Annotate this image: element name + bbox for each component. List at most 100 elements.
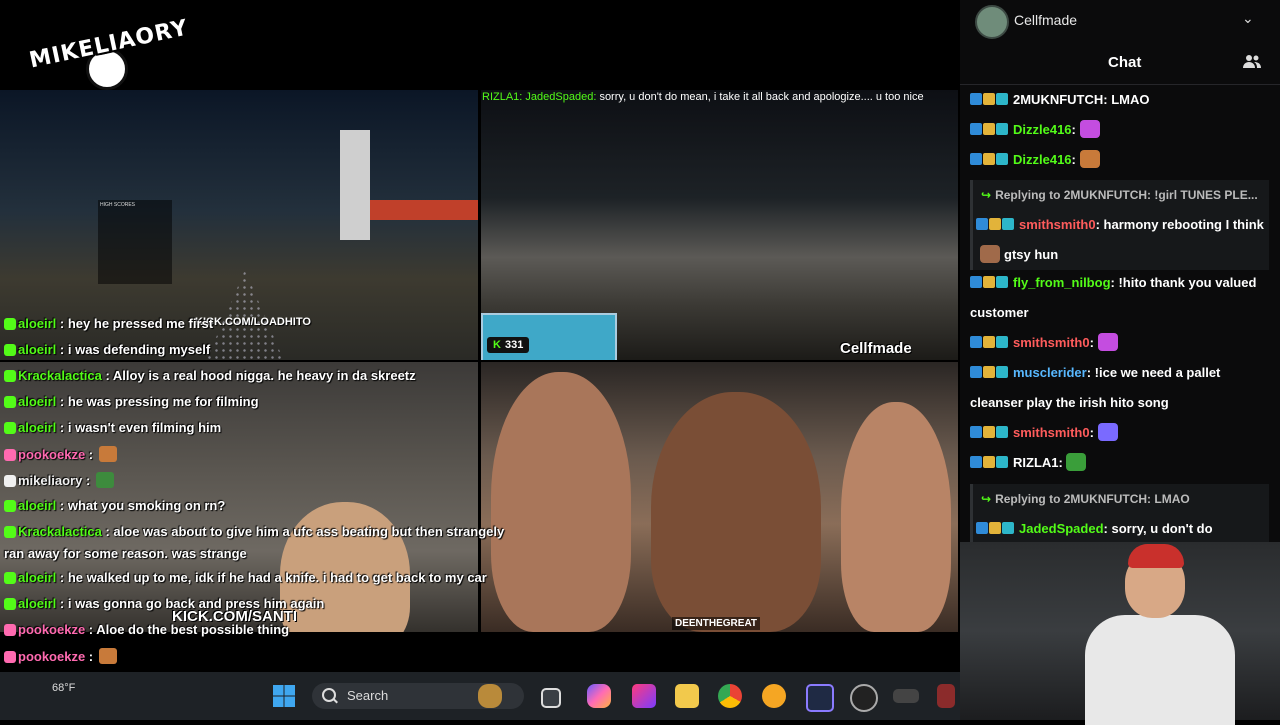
- user-badge-icon: [4, 572, 16, 584]
- chat-username[interactable]: RIZLA1: [1013, 455, 1059, 470]
- hedgehog-widget-icon[interactable]: [478, 684, 502, 708]
- user-badge-icon: [4, 422, 16, 434]
- person-driver: [280, 502, 410, 632]
- separator: :: [56, 394, 68, 409]
- high-scores-title: HIGH SCORES: [100, 202, 136, 208]
- chat-message: smithsmith0: harmony rebooting I think gt…: [976, 210, 1264, 270]
- overlay-chat-text: what you smoking on rn?: [67, 498, 226, 513]
- sun-app-icon[interactable]: [762, 684, 786, 708]
- chat-message-text: sorry, u don't do: [1111, 521, 1213, 536]
- overlay-chat-line: Krackalactica : Alloy is a real hood nig…: [4, 368, 416, 383]
- user-badge-icon: [983, 426, 995, 438]
- streamer-logo: MIKELIAORY: [27, 15, 191, 92]
- user-badge-icon: [983, 276, 995, 288]
- user-badge-icon: [4, 449, 16, 461]
- user-badge-icon: [970, 123, 982, 135]
- emote-icon: [1079, 150, 1100, 168]
- chat-message-text: LMAO: [1111, 92, 1150, 107]
- chat-username[interactable]: 2MUKNFUTCH: [1013, 92, 1103, 107]
- chat-message: RIZLA1:: [970, 448, 1270, 478]
- user-badge-icon: [983, 336, 995, 348]
- user-badge-icon: [983, 123, 995, 135]
- chat-username[interactable]: JadedSpaded: [1019, 521, 1104, 536]
- weather-widget[interactable]: 68°F: [52, 682, 75, 694]
- person-center: [651, 392, 821, 632]
- chat-message: JadedSpaded: sorry, u don't do: [976, 514, 1264, 544]
- user-badge-icon: [4, 370, 16, 382]
- user-badge-icon: [4, 475, 16, 487]
- chevron-down-icon[interactable]: ⌄: [1242, 10, 1254, 27]
- person-right: [841, 402, 951, 632]
- chrome-icon[interactable]: [718, 684, 742, 708]
- overlay-chat-username: aloeirl: [18, 420, 57, 435]
- overlay-chat-username: Krackalactica: [18, 524, 102, 539]
- separator: :: [1071, 152, 1080, 167]
- task-view-icon[interactable]: [541, 688, 561, 708]
- overlay-chat-text: Alloy is a real hood nigga. he heavy in …: [112, 368, 416, 383]
- webcam-hat: [1128, 544, 1184, 568]
- app-p-icon[interactable]: [632, 684, 656, 708]
- emote-icon: [98, 648, 117, 664]
- user-badge-icon: [996, 426, 1008, 438]
- user-badge-icon: [970, 153, 982, 165]
- chat-username[interactable]: smithsmith0: [1019, 217, 1096, 232]
- search-placeholder[interactable]: Search: [347, 688, 388, 703]
- chat-message-text: gtsy hun: [1004, 247, 1059, 262]
- separator: :: [56, 498, 68, 513]
- chat-username[interactable]: Dizzle416: [1013, 152, 1072, 167]
- separator: :: [85, 447, 97, 462]
- chat-message: musclerider: !ice we need a pallet clean…: [970, 358, 1270, 418]
- user-badge-icon: [983, 456, 995, 468]
- reply-arrow-icon: ↪: [981, 492, 992, 506]
- user-badge-icon: [4, 651, 16, 663]
- reply-label[interactable]: ↪ Replying to 2MUKNFUTCH: !girl TUNES PLE…: [973, 180, 1269, 210]
- overlay-chat-line: aloeirl : i was defending myself: [4, 342, 210, 357]
- panel-chat-line: RIZLA1: JadedSpaded: sorry, u don't do m…: [482, 91, 924, 103]
- file-explorer-icon[interactable]: [675, 684, 699, 708]
- overlay-chat-line: ran away for some reason. was strange: [4, 546, 247, 561]
- overlay-chat-username: aloeirl: [18, 498, 57, 513]
- separator: :: [1071, 122, 1080, 137]
- overlay-chat-text: he was pressing me for filming: [67, 394, 259, 409]
- channel-name[interactable]: Cellfmade: [1014, 12, 1077, 28]
- chat-username[interactable]: fly_from_nilbog: [1013, 275, 1111, 290]
- chat-username[interactable]: smithsmith0: [1013, 425, 1090, 440]
- channel-avatar[interactable]: [975, 5, 1009, 39]
- windows-icon[interactable]: [273, 685, 295, 707]
- overlay-chat-line: aloeirl : he was pressing me for filming: [4, 394, 259, 409]
- separator: :: [56, 570, 68, 585]
- separator: :: [101, 524, 114, 539]
- separator: :: [1095, 217, 1104, 232]
- user-badge-icon: [989, 522, 1001, 534]
- user-badge-icon: [1002, 218, 1014, 230]
- overlay-chat-line: Krackalactica : aloe was about to give h…: [4, 524, 504, 539]
- app-diamond-icon[interactable]: [806, 684, 834, 712]
- chat-username[interactable]: smithsmith0: [1013, 335, 1090, 350]
- users-icon[interactable]: [1243, 54, 1261, 68]
- kick-icon: K: [493, 339, 501, 351]
- high-scores-board: HIGH SCORES: [98, 200, 172, 284]
- emote-icon: [1079, 120, 1100, 138]
- gas-sign: [340, 130, 370, 240]
- obs-icon[interactable]: [850, 684, 878, 712]
- overlay-chat-username: pookoekze: [18, 649, 86, 664]
- chat-username[interactable]: Dizzle416: [1013, 122, 1072, 137]
- app-red-icon[interactable]: [937, 684, 955, 708]
- user-badge-icon: [976, 522, 988, 534]
- separator: :: [85, 622, 97, 637]
- copilot-icon[interactable]: [587, 684, 611, 708]
- separator: :: [56, 316, 68, 331]
- overlay-chat-text: ran away for some reason. was strange: [4, 546, 247, 561]
- user-badge-icon: [976, 218, 988, 230]
- overlay-chat-text: i was defending myself: [67, 342, 211, 357]
- reply-label[interactable]: ↪ Replying to 2MUKNFUTCH: LMAO: [973, 484, 1269, 514]
- user-badge-icon: [970, 426, 982, 438]
- separator: :: [1089, 425, 1098, 440]
- user-badge-icon: [996, 93, 1008, 105]
- user-badge-icon: [4, 344, 16, 356]
- separator: :: [56, 342, 68, 357]
- reply-label-text: Replying to 2MUKNFUTCH: !girl TUNES PLE.…: [995, 188, 1258, 202]
- chat-username[interactable]: musclerider: [1013, 365, 1087, 380]
- search-icon[interactable]: [322, 688, 336, 702]
- srt-app-icon[interactable]: [893, 689, 919, 703]
